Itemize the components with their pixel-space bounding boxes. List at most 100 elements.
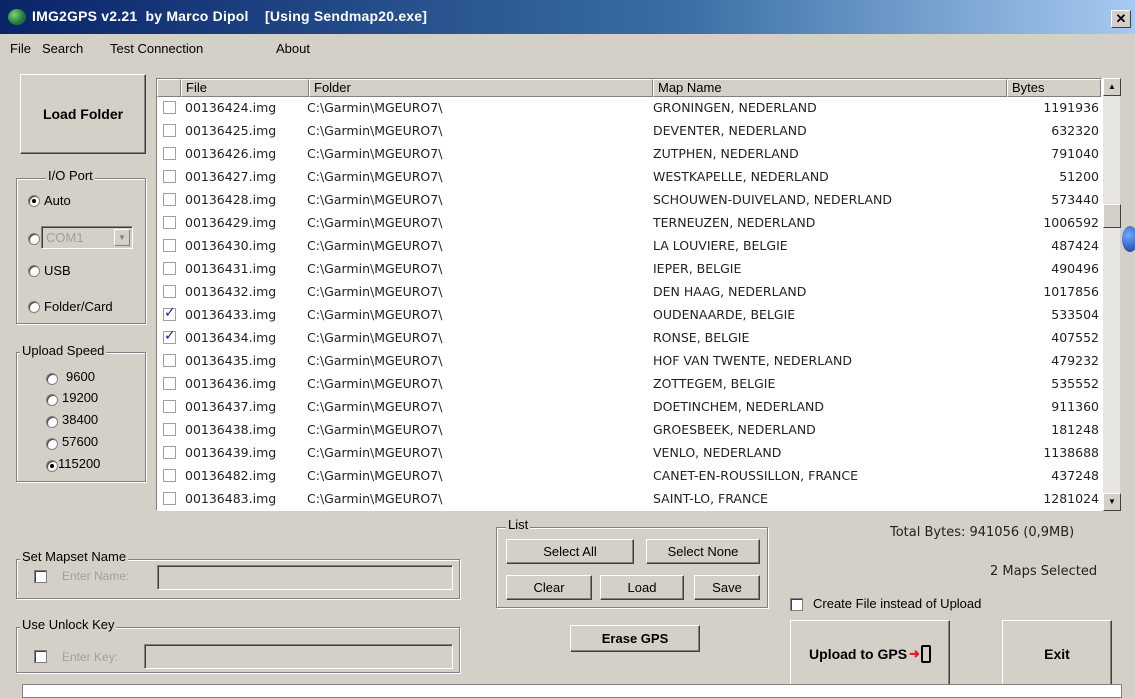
table-row[interactable]: 00136429.img C:\Garmin\MGEURO7\ TERNEUZEN,… [157, 212, 1101, 235]
select-all-button[interactable]: Select All [506, 539, 634, 564]
table-row[interactable]: 00136432.img C:\Garmin\MGEURO7\ DEN HAAG, … [157, 281, 1101, 304]
radio-57600-label: 57600 [62, 434, 99, 449]
radio-38400[interactable] [46, 416, 58, 428]
row-checkbox[interactable] [163, 193, 176, 206]
scroll-up-icon[interactable]: ▲ [1103, 78, 1121, 96]
row-folder: C:\Garmin\MGEURO7\ [307, 330, 443, 345]
close-button[interactable]: ✕ [1111, 10, 1131, 28]
window-title: IMG2GPS v2.21 by Marco Dipol [Using Send… [32, 8, 428, 24]
unlock-key-input[interactable] [144, 644, 453, 669]
row-checkbox[interactable] [163, 216, 176, 229]
row-checkbox[interactable] [163, 446, 176, 459]
table-row[interactable]: 00136436.img C:\Garmin\MGEURO7\ ZOTTEGEM, … [157, 373, 1101, 396]
mapset-checkbox[interactable] [34, 570, 47, 583]
mapset-name-input[interactable] [157, 565, 453, 590]
io-port-label: I/O Port [46, 168, 95, 183]
header-bytes[interactable]: Bytes [1007, 79, 1101, 97]
exit-button[interactable]: Exit [1002, 620, 1112, 688]
table-row[interactable]: 00136424.img C:\Garmin\MGEURO7\ GRONINGEN,… [157, 97, 1101, 120]
radio-com[interactable] [28, 233, 40, 245]
row-map-name: RONSE, BELGIE [653, 330, 750, 345]
upload-speed-label: Upload Speed [20, 343, 107, 358]
table-row[interactable]: 00136430.img C:\Garmin\MGEURO7\ LA LOUVIER… [157, 235, 1101, 258]
menu-file[interactable]: File [10, 41, 31, 56]
header-file[interactable]: File [181, 79, 309, 97]
com-port-select[interactable]: COM1 ▼ [41, 226, 133, 249]
row-file: 00136424.img [185, 100, 277, 115]
row-checkbox[interactable] [163, 285, 176, 298]
clear-button[interactable]: Clear [506, 575, 592, 600]
radio-usb[interactable] [28, 265, 40, 277]
radio-115200[interactable] [46, 460, 58, 472]
list-scrollbar[interactable]: ▲ ▼ [1102, 78, 1121, 511]
radio-19200[interactable] [46, 394, 58, 406]
scroll-thumb[interactable] [1103, 204, 1121, 228]
row-checkbox[interactable] [163, 354, 176, 367]
row-checkbox[interactable] [163, 101, 176, 114]
row-bytes: 1017856 [1043, 284, 1099, 299]
row-folder: C:\Garmin\MGEURO7\ [307, 376, 443, 391]
table-row[interactable]: 00136427.img C:\Garmin\MGEURO7\ WESTKAPELL… [157, 166, 1101, 189]
table-row[interactable]: 00136428.img C:\Garmin\MGEURO7\ SCHOUWEN-D… [157, 189, 1101, 212]
radio-auto[interactable] [28, 195, 40, 207]
erase-gps-button[interactable]: Erase GPS [570, 625, 700, 652]
select-none-button[interactable]: Select None [646, 539, 760, 564]
save-list-button[interactable]: Save [694, 575, 760, 600]
row-checkbox[interactable] [163, 423, 176, 436]
row-bytes: 573440 [1051, 192, 1099, 207]
scroll-down-icon[interactable]: ▼ [1103, 493, 1121, 511]
row-checkbox[interactable] [163, 492, 176, 505]
row-bytes: 1138688 [1043, 445, 1099, 460]
header-check[interactable] [157, 79, 181, 97]
row-map-name: GRONINGEN, NEDERLAND [653, 100, 817, 115]
menu-search[interactable]: Search [42, 41, 83, 56]
row-file: 00136438.img [185, 422, 277, 437]
header-folder[interactable]: Folder [309, 79, 653, 97]
row-bytes: 632320 [1051, 123, 1099, 138]
row-bytes: 487424 [1051, 238, 1099, 253]
upload-to-gps-button[interactable]: Upload to GPS ➜ [790, 620, 950, 688]
row-checkbox[interactable] [163, 377, 176, 390]
table-row[interactable]: 00136483.img C:\Garmin\MGEURO7\ SAINT-LO, … [157, 488, 1101, 510]
row-checkbox[interactable] [163, 328, 176, 344]
row-bytes: 791040 [1051, 146, 1099, 161]
table-row[interactable]: 00136434.img C:\Garmin\MGEURO7\ RONSE, BEL… [157, 327, 1101, 350]
radio-9600[interactable] [46, 373, 58, 385]
row-checkbox[interactable] [163, 305, 176, 321]
menu-test-connection[interactable]: Test Connection [110, 41, 203, 56]
chevron-down-icon[interactable]: ▼ [114, 229, 130, 246]
radio-115200-label: 115200 [58, 456, 101, 471]
globe-decoration-icon [1122, 226, 1135, 252]
row-map-name: DOETINCHEM, NEDERLAND [653, 399, 825, 414]
table-row[interactable]: 00136437.img C:\Garmin\MGEURO7\ DOETINCHEM… [157, 396, 1101, 419]
table-row[interactable]: 00136438.img C:\Garmin\MGEURO7\ GROESBEEK,… [157, 419, 1101, 442]
map-list[interactable]: File Folder Map Name Bytes 00136424.img C… [156, 78, 1102, 511]
load-list-button[interactable]: Load [600, 575, 684, 600]
total-bytes-text: Total Bytes: 941056 (0,9MB) [890, 525, 1075, 540]
header-map-name[interactable]: Map Name [653, 79, 1007, 97]
row-checkbox[interactable] [163, 400, 176, 413]
row-checkbox[interactable] [163, 239, 176, 252]
row-file: 00136429.img [185, 215, 277, 230]
table-row[interactable]: 00136425.img C:\Garmin\MGEURO7\ DEVENTER, … [157, 120, 1101, 143]
row-checkbox[interactable] [163, 469, 176, 482]
table-row[interactable]: 00136426.img C:\Garmin\MGEURO7\ ZUTPHEN, N… [157, 143, 1101, 166]
radio-folder-card[interactable] [28, 301, 40, 313]
table-row[interactable]: 00136433.img C:\Garmin\MGEURO7\ OUDENAARDE… [157, 304, 1101, 327]
row-checkbox[interactable] [163, 262, 176, 275]
table-row[interactable]: 00136435.img C:\Garmin\MGEURO7\ HOF VAN TW… [157, 350, 1101, 373]
unlock-checkbox[interactable] [34, 650, 47, 663]
row-checkbox[interactable] [163, 170, 176, 183]
create-file-checkbox[interactable] [790, 598, 803, 611]
com-port-value: COM1 [46, 230, 84, 245]
table-row[interactable]: 00136431.img C:\Garmin\MGEURO7\ IEPER, BEL… [157, 258, 1101, 281]
row-checkbox[interactable] [163, 147, 176, 160]
menu-about[interactable]: About [276, 41, 310, 56]
row-checkbox[interactable] [163, 124, 176, 137]
radio-57600[interactable] [46, 438, 58, 450]
table-row[interactable]: 00136482.img C:\Garmin\MGEURO7\ CANET-EN-R… [157, 465, 1101, 488]
load-folder-button[interactable]: Load Folder [20, 74, 146, 154]
table-row[interactable]: 00136439.img C:\Garmin\MGEURO7\ VENLO, NED… [157, 442, 1101, 465]
row-file: 00136428.img [185, 192, 277, 207]
row-file: 00136426.img [185, 146, 277, 161]
